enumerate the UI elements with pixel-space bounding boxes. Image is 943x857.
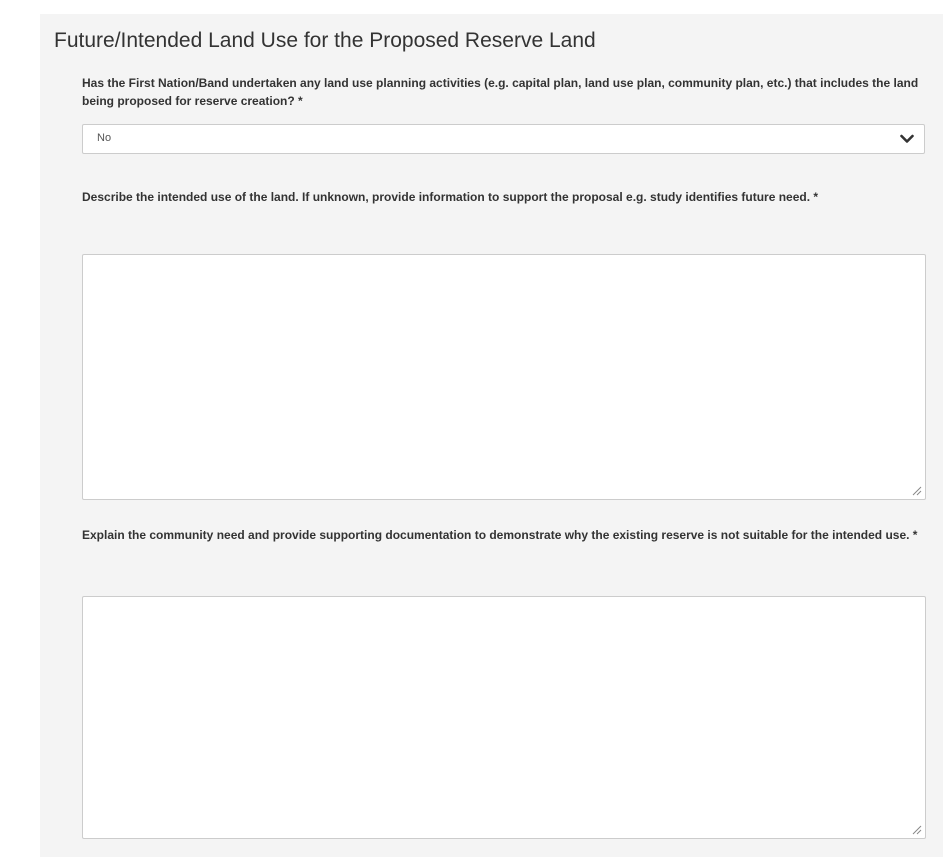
land-use-planning-question-label: Has the First Nation/Band undertaken any… [82, 76, 919, 108]
land-use-planning-select[interactable]: No [82, 124, 925, 154]
chevron-down-icon [900, 134, 914, 143]
resize-grip-icon[interactable] [910, 823, 922, 835]
section-title: Future/Intended Land Use for the Propose… [54, 29, 596, 52]
intended-use-textarea[interactable] [82, 254, 926, 500]
community-need-textarea[interactable] [82, 596, 926, 839]
intended-use-question-label: Describe the intended use of the land. I… [82, 190, 819, 204]
land-use-planning-selected-value: No [97, 132, 112, 144]
community-need-question-label: Explain the community need and provide s… [82, 528, 918, 542]
resize-grip-icon[interactable] [910, 484, 922, 496]
